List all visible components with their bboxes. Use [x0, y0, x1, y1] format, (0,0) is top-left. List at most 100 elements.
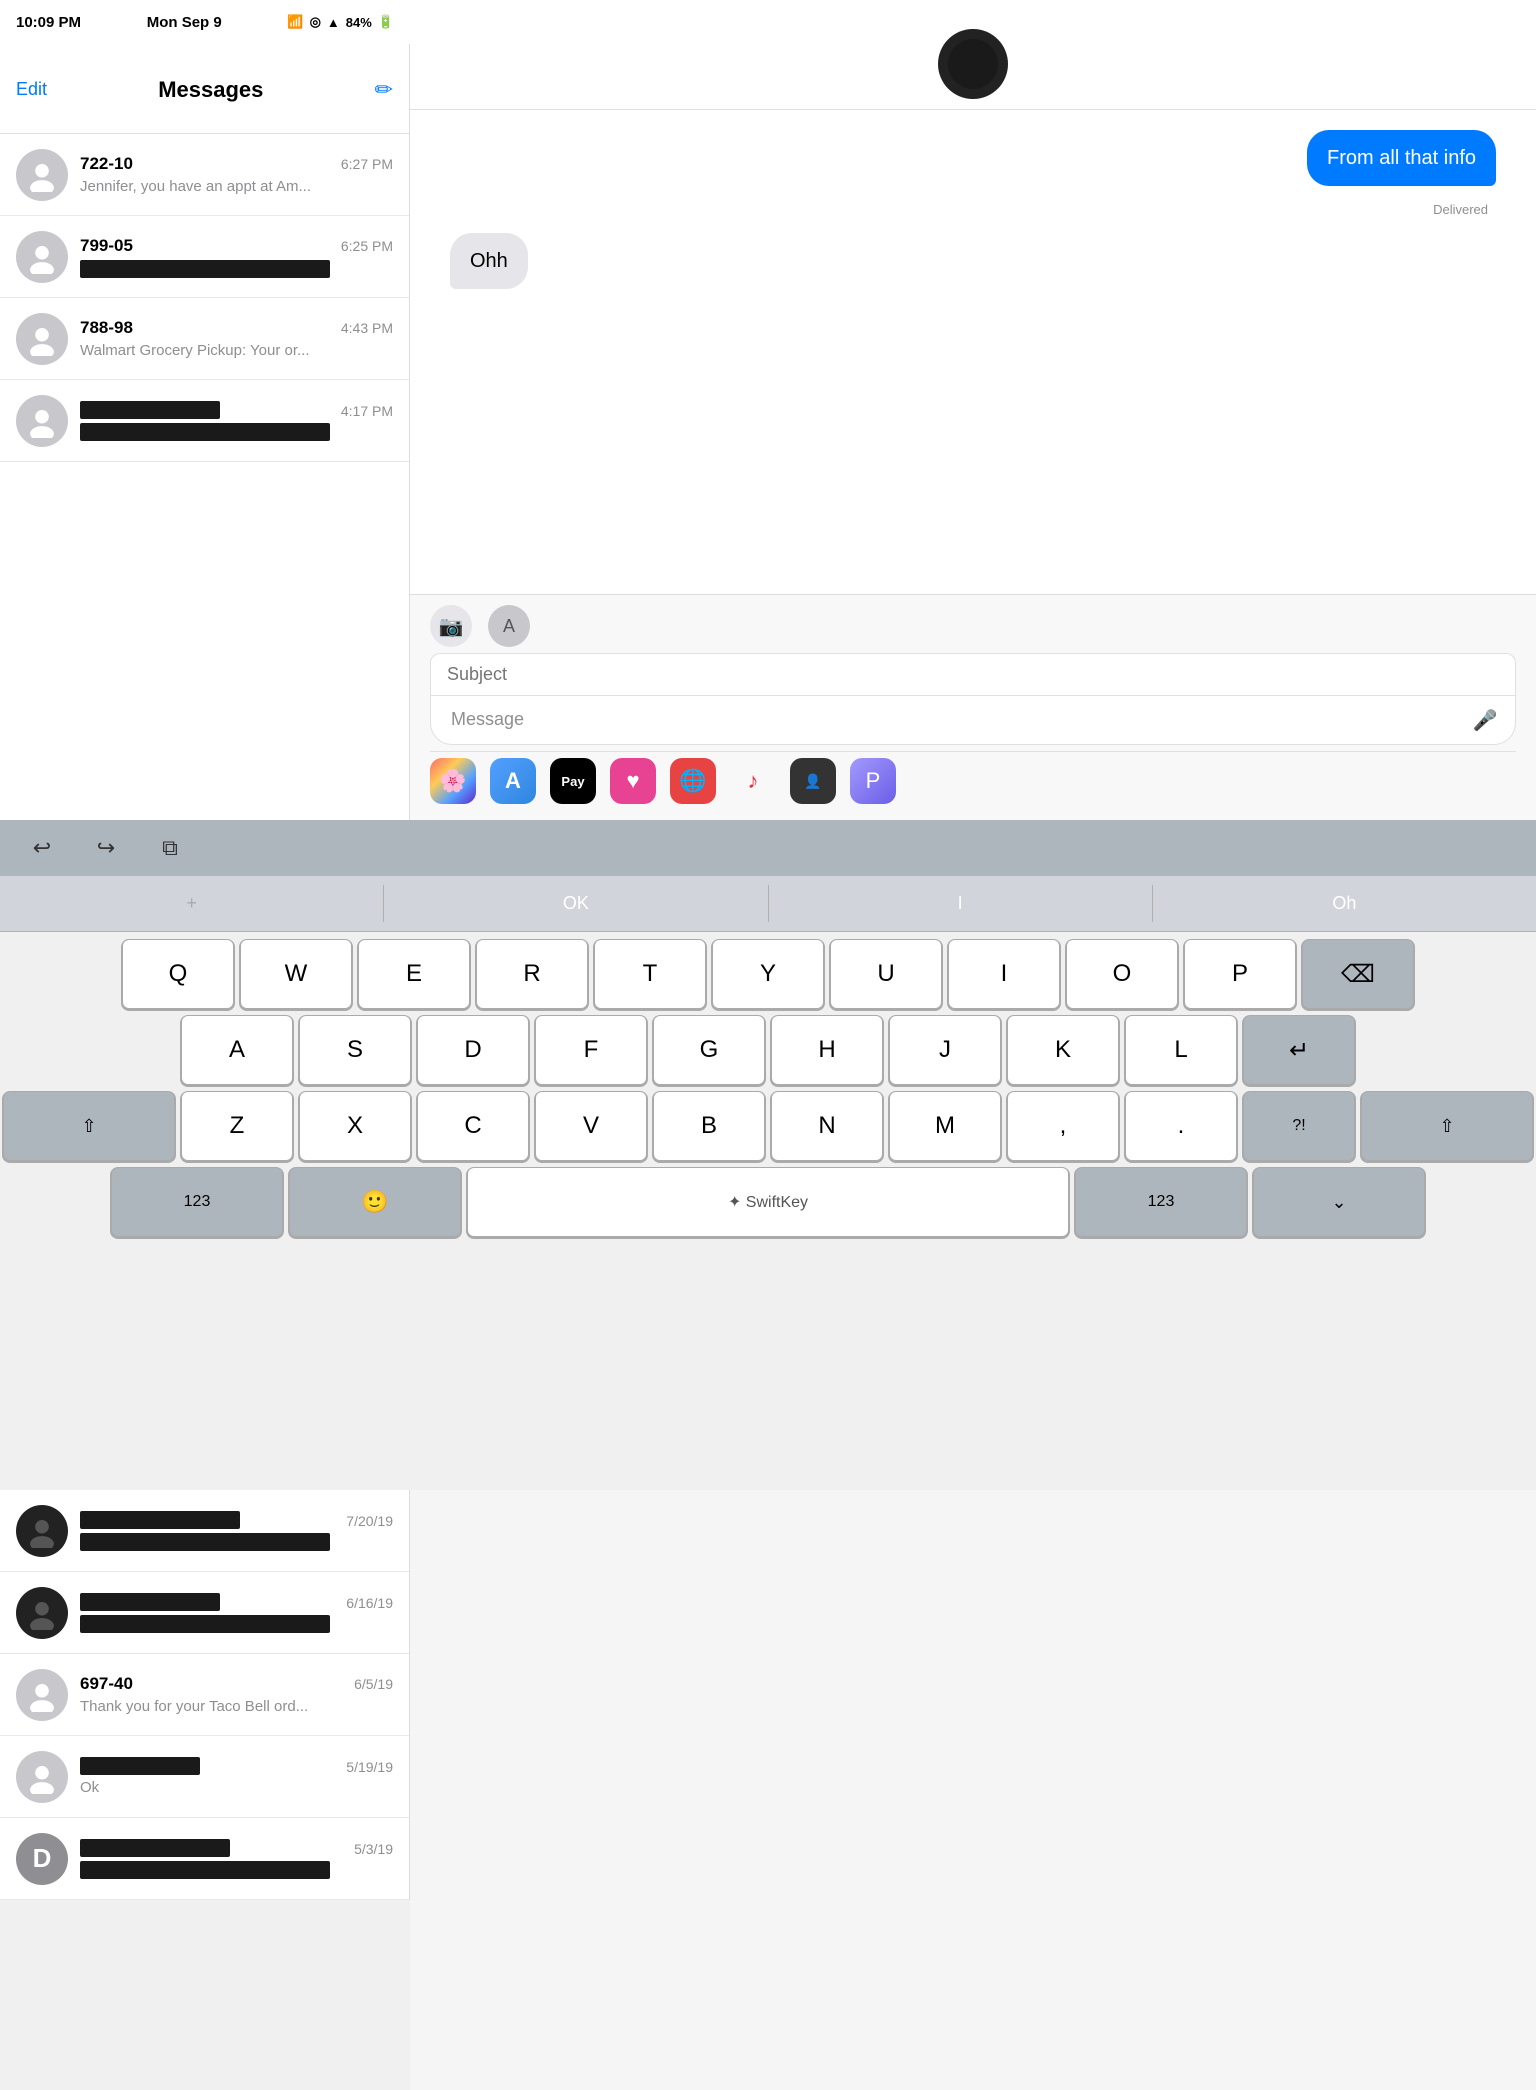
key-emoji[interactable]: 🙂: [290, 1168, 460, 1236]
music-app-icon[interactable]: ♪: [730, 758, 776, 804]
signal-icon: ▲: [327, 15, 340, 30]
avatar: D: [16, 1833, 68, 1885]
key-c[interactable]: C: [418, 1092, 528, 1160]
globe-app-icon[interactable]: 🌐: [670, 758, 716, 804]
key-numbers[interactable]: 123: [112, 1168, 282, 1236]
avatar: [16, 1505, 68, 1557]
key-o[interactable]: O: [1067, 940, 1177, 1008]
avatar: [16, 1751, 68, 1803]
message-input-container: 🎤: [430, 695, 1516, 745]
compose-button[interactable]: ✏: [375, 77, 393, 103]
avatar: [16, 1587, 68, 1639]
list-item[interactable]: 4:17 PM: [0, 380, 409, 462]
key-shift-left[interactable]: ⇧: [4, 1092, 174, 1160]
key-w[interactable]: W: [241, 940, 351, 1008]
key-d[interactable]: D: [418, 1016, 528, 1084]
key-a[interactable]: A: [182, 1016, 292, 1084]
message-bubble-received: Ohh: [450, 233, 528, 289]
key-shift-right[interactable]: ⇧: [1362, 1092, 1532, 1160]
list-item[interactable]: 788-98 4:43 PM Walmart Grocery Pickup: Y…: [0, 298, 409, 380]
list-item[interactable]: 799-05 6:25 PM: [0, 216, 409, 298]
custom-app-icon[interactable]: 👤: [790, 758, 836, 804]
subject-field[interactable]: [430, 653, 1516, 695]
key-row-1: Q W E R T Y U I O P ⌫: [4, 940, 1532, 1008]
avatar: [16, 395, 68, 447]
suggestion-ok[interactable]: OK: [384, 885, 768, 922]
applepay-icon[interactable]: Pay: [550, 758, 596, 804]
message-input-area[interactable]: 📷 A 🎤 🌸 A Pay ♥ 🌐 ♪ 👤 P: [410, 594, 1536, 820]
conversation-content: 799-05 6:25 PM: [80, 236, 393, 278]
key-t[interactable]: T: [595, 940, 705, 1008]
key-return[interactable]: ↵: [1244, 1016, 1354, 1084]
chat-lower-bg: [410, 1490, 1536, 2090]
key-hide[interactable]: ⌄: [1254, 1168, 1424, 1236]
edit-button[interactable]: Edit: [16, 79, 47, 100]
list-item[interactable]: 5/19/19 Ok: [0, 1736, 409, 1818]
key-s[interactable]: S: [300, 1016, 410, 1084]
suggestion-plus[interactable]: +: [0, 885, 384, 922]
message-field[interactable]: [443, 702, 1467, 738]
key-b[interactable]: B: [654, 1092, 764, 1160]
key-n[interactable]: N: [772, 1092, 882, 1160]
paste-button[interactable]: ⧉: [148, 826, 192, 870]
appstore-icon[interactable]: A: [490, 758, 536, 804]
key-z[interactable]: Z: [182, 1092, 292, 1160]
appstore-button[interactable]: A: [488, 605, 530, 647]
key-l[interactable]: L: [1126, 1016, 1236, 1084]
conversation-preview: Ok: [80, 1779, 393, 1796]
conversation-time: 6:27 PM: [341, 156, 393, 172]
key-spacebar[interactable]: ✦ SwiftKey: [468, 1168, 1068, 1236]
camera-button[interactable]: 📷: [430, 605, 472, 647]
key-p[interactable]: P: [1185, 940, 1295, 1008]
key-r[interactable]: R: [477, 940, 587, 1008]
key-k[interactable]: K: [1008, 1016, 1118, 1084]
sidebar-lower-conversations: 7/20/19 6/16/19 697-40 6/5/19 Thank you …: [0, 1490, 410, 1900]
photos-app-icon[interactable]: 🌸: [430, 758, 476, 804]
microphone-button[interactable]: 🎤: [1467, 702, 1503, 738]
keyboard-suggestions: + OK I Oh: [0, 876, 1536, 932]
purple-app-icon[interactable]: P: [850, 758, 896, 804]
location-icon: ◎: [310, 14, 321, 30]
key-g[interactable]: G: [654, 1016, 764, 1084]
key-comma[interactable]: ,: [1008, 1092, 1118, 1160]
list-item[interactable]: 7/20/19: [0, 1490, 409, 1572]
conversation-time: 5/3/19: [354, 1841, 393, 1857]
wifi-icon: 📶: [287, 14, 303, 30]
keyboard-keys: Q W E R T Y U I O P ⌫ A S D F G H J K L …: [0, 932, 1536, 1248]
key-u[interactable]: U: [831, 940, 941, 1008]
key-x[interactable]: X: [300, 1092, 410, 1160]
key-f[interactable]: F: [536, 1016, 646, 1084]
conversation-name-redacted: [80, 401, 220, 419]
key-excl[interactable]: ?!: [1244, 1092, 1354, 1160]
list-item[interactable]: 6/16/19: [0, 1572, 409, 1654]
suggestion-oh[interactable]: Oh: [1153, 885, 1536, 922]
key-row-2: A S D F G H J K L ↵: [4, 1016, 1532, 1084]
key-v[interactable]: V: [536, 1092, 646, 1160]
list-item[interactable]: 722-10 6:27 PM Jennifer, you have an app…: [0, 134, 409, 216]
avatar: [16, 231, 68, 283]
key-m[interactable]: M: [890, 1092, 1000, 1160]
list-item[interactable]: D 5/3/19: [0, 1818, 409, 1900]
conversation-content: 4:17 PM: [80, 401, 393, 441]
conversation-time: 7/20/19: [346, 1513, 393, 1529]
list-item[interactable]: 697-40 6/5/19 Thank you for your Taco Be…: [0, 1654, 409, 1736]
key-q[interactable]: Q: [123, 940, 233, 1008]
suggestion-i[interactable]: I: [769, 885, 1153, 922]
avatar: [16, 149, 68, 201]
conversation-name-redacted: [80, 1839, 230, 1857]
key-i[interactable]: I: [949, 940, 1059, 1008]
redo-button[interactable]: ↪: [84, 826, 128, 870]
undo-button[interactable]: ↩: [20, 826, 64, 870]
key-numbers-right[interactable]: 123: [1076, 1168, 1246, 1236]
key-period[interactable]: .: [1126, 1092, 1236, 1160]
conversation-content: 697-40 6/5/19 Thank you for your Taco Be…: [80, 1674, 393, 1715]
key-y[interactable]: Y: [713, 940, 823, 1008]
key-j[interactable]: J: [890, 1016, 1000, 1084]
conversation-content: 722-10 6:27 PM Jennifer, you have an app…: [80, 154, 393, 195]
key-h[interactable]: H: [772, 1016, 882, 1084]
key-e[interactable]: E: [359, 940, 469, 1008]
conversation-list: 722-10 6:27 PM Jennifer, you have an app…: [0, 134, 409, 462]
heart-app-icon[interactable]: ♥: [610, 758, 656, 804]
key-delete[interactable]: ⌫: [1303, 940, 1413, 1008]
key-row-3: ⇧ Z X C V B N M , . ?! ⇧: [4, 1092, 1532, 1160]
